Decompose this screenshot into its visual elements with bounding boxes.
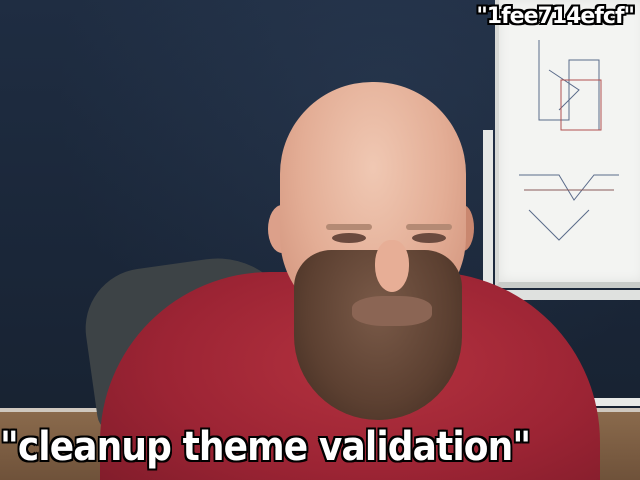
person-mouth xyxy=(352,296,432,326)
commit-hash-caption: "1fee714efcf" xyxy=(476,4,635,29)
person-eye-right xyxy=(412,233,446,243)
whiteboard xyxy=(495,0,640,288)
whiteboard-stand xyxy=(483,130,493,298)
person-eyebrow-right xyxy=(406,224,452,230)
person-eyebrow-left xyxy=(326,224,372,230)
person-eye-left xyxy=(332,233,366,243)
person-nose xyxy=(375,240,409,292)
whiteboard-drawings xyxy=(519,40,619,241)
commit-message-caption: "cleanup theme validation" xyxy=(0,424,531,470)
webcam-frame: "1fee714efcf" "cleanup theme validation" xyxy=(0,0,640,480)
